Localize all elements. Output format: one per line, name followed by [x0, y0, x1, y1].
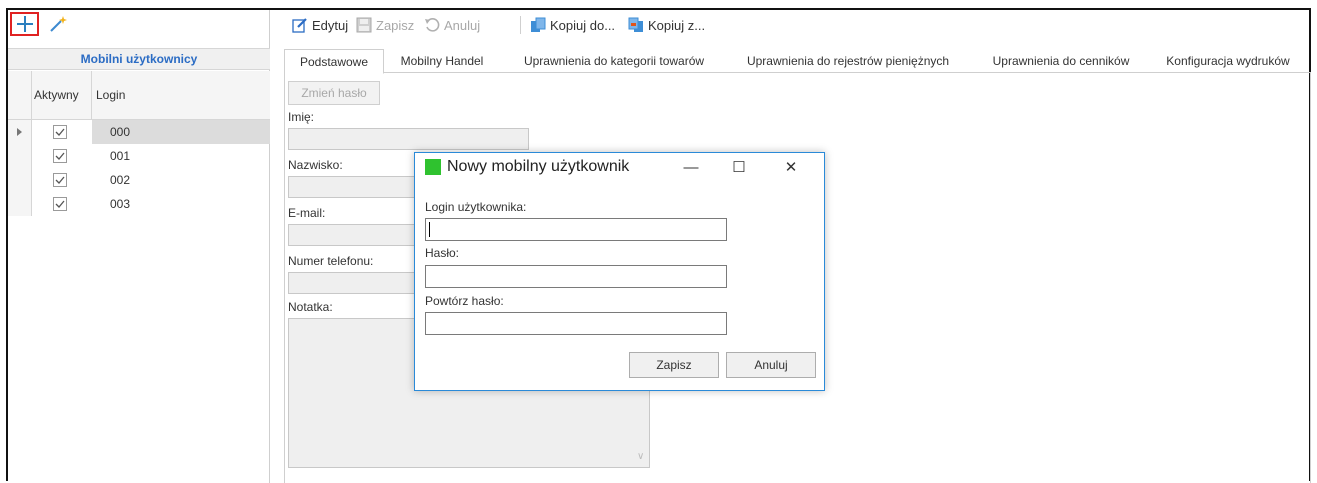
login-cell: 000	[92, 120, 270, 144]
toolbar-separator	[520, 16, 521, 34]
dialog-cancel-button[interactable]: Anuluj	[726, 352, 816, 378]
save-label: Zapisz	[376, 17, 415, 33]
login-label: Login użytkownika:	[425, 200, 527, 214]
check-icon	[55, 128, 65, 136]
edit-icon	[292, 18, 307, 33]
wizard-button[interactable]	[48, 15, 68, 33]
table-row[interactable]: 002	[8, 168, 270, 192]
active-checkbox[interactable]	[53, 197, 67, 211]
active-checkbox[interactable]	[53, 149, 67, 163]
copy-to-button[interactable]: Kopiuj do...	[530, 15, 615, 35]
login-cell: 002	[110, 173, 131, 187]
login-cell: 001	[110, 149, 131, 163]
users-panel: Mobilni użytkownicy Aktywny Login 000 00…	[8, 10, 270, 483]
row-indicator	[8, 120, 32, 144]
check-icon	[55, 200, 65, 208]
chevron-down-icon[interactable]: ∨	[637, 451, 647, 462]
cancel-label: Anuluj	[444, 17, 481, 33]
minimize-button[interactable]: —	[671, 157, 711, 179]
check-icon	[55, 176, 65, 184]
text-caret	[429, 222, 430, 237]
notes-label: Notatka:	[288, 300, 333, 314]
application-window: Mobilni użytkownicy Aktywny Login 000 00…	[6, 8, 1311, 483]
password-input[interactable]	[425, 265, 727, 288]
row-indicator-header	[8, 71, 32, 120]
column-header-active[interactable]: Aktywny	[34, 71, 92, 120]
tab-mobile-trade[interactable]: Mobilny Handel	[388, 49, 496, 73]
repeat-password-label: Powtórz hasło:	[425, 294, 504, 308]
copy-from-label: Kopiuj z...	[648, 17, 706, 33]
edit-label: Edytuj	[312, 17, 349, 33]
first-name-label: Imię:	[288, 110, 315, 124]
login-cell: 003	[110, 197, 131, 211]
maximize-button[interactable]: ☐	[719, 157, 759, 179]
email-label: E-mail:	[288, 206, 326, 220]
login-input[interactable]	[425, 218, 727, 241]
tab-pricelist-permissions[interactable]: Uprawnienia do cenników	[978, 49, 1144, 73]
save-button[interactable]: Zapisz	[356, 15, 414, 35]
active-checkbox[interactable]	[53, 125, 67, 139]
edit-button[interactable]: Edytuj	[292, 15, 348, 35]
row-indicator	[8, 192, 32, 216]
close-button[interactable]: ✕	[771, 157, 811, 179]
table-row[interactable]: 000	[8, 120, 270, 144]
dialog-save-button[interactable]: Zapisz	[629, 352, 719, 378]
tab-print-configuration[interactable]: Konfiguracja wydruków	[1150, 49, 1306, 73]
tab-category-permissions[interactable]: Uprawnienia do kategorii towarów	[504, 49, 724, 73]
app-icon	[425, 159, 441, 175]
cancel-button[interactable]: Anuluj	[424, 15, 480, 35]
tab-bar: Podstawowe Mobilny Handel Uprawnienia do…	[284, 49, 1311, 74]
copy-from-icon	[628, 17, 643, 32]
tab-basic[interactable]: Podstawowe	[284, 49, 384, 74]
change-password-button[interactable]: Zmień hasło	[288, 81, 380, 105]
copy-to-icon	[531, 17, 546, 32]
password-label: Hasło:	[425, 246, 460, 260]
dialog-titlebar[interactable]: Nowy mobilny użytkownik — ☐ ✕	[415, 153, 824, 183]
plus-icon	[16, 16, 33, 32]
undo-icon	[425, 18, 440, 32]
panel-title: Mobilni użytkownicy	[8, 48, 270, 70]
dialog-title: Nowy mobilny użytkownik	[447, 158, 630, 175]
magic-wand-icon	[50, 16, 67, 32]
add-user-button[interactable]	[10, 12, 39, 36]
repeat-password-input[interactable]	[425, 312, 727, 335]
current-row-arrow-icon	[17, 128, 22, 136]
row-indicator	[8, 144, 32, 168]
first-name-field[interactable]	[288, 128, 529, 150]
row-indicator	[8, 168, 32, 192]
last-name-label: Nazwisko:	[288, 158, 343, 172]
column-header-login[interactable]: Login	[96, 71, 125, 120]
users-grid-header: Aktywny Login	[8, 71, 270, 120]
new-mobile-user-dialog: Nowy mobilny użytkownik — ☐ ✕ Login użyt…	[414, 152, 825, 391]
copy-to-label: Kopiuj do...	[550, 17, 616, 33]
copy-from-button[interactable]: Kopiuj z...	[628, 15, 705, 35]
floppy-disk-icon	[356, 17, 372, 33]
main-toolbar: Edytuj Zapisz Anuluj Kopiuj do... Kopiuj…	[276, 10, 1311, 40]
phone-label: Numer telefonu:	[288, 254, 374, 268]
active-checkbox[interactable]	[53, 173, 67, 187]
tab-cash-register-permissions[interactable]: Uprawnienia do rejestrów pieniężnych	[730, 49, 966, 73]
left-toolbar	[8, 10, 270, 38]
check-icon	[55, 152, 65, 160]
table-row[interactable]: 003	[8, 192, 270, 216]
table-row[interactable]: 001	[8, 144, 270, 168]
